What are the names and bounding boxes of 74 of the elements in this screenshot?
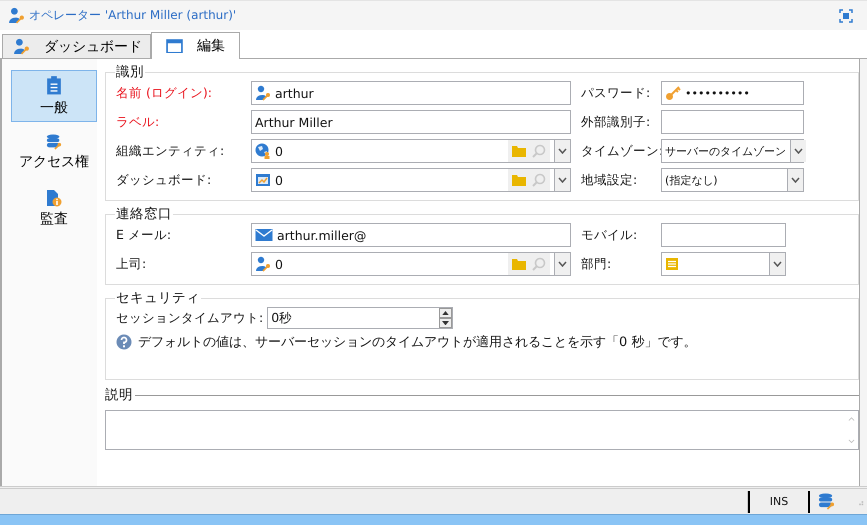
input-field[interactable] <box>661 110 804 134</box>
database-key-icon <box>46 134 62 150</box>
dropdown-button[interactable] <box>554 169 570 191</box>
dropdown-button[interactable] <box>554 253 570 275</box>
sidebar-item[interactable]: アクセス権 <box>11 126 97 178</box>
field-label: 外部識別子: <box>581 114 652 130</box>
envelope-icon <box>255 228 273 242</box>
section-title: 連絡窓口 <box>115 205 173 223</box>
section-title: 識別 <box>115 63 145 81</box>
dropdown-button[interactable] <box>769 253 785 275</box>
caret-icon <box>794 148 803 154</box>
caret-icon <box>558 148 567 154</box>
caret-icon <box>558 261 567 267</box>
lookup-field[interactable]: 0 <box>251 252 571 276</box>
dropdown-button[interactable] <box>554 140 570 162</box>
dropdown-button[interactable] <box>790 140 806 162</box>
scroll-down-icon <box>848 438 854 443</box>
sidebar-item[interactable]: 監査 <box>11 182 97 234</box>
list-icon <box>665 257 679 271</box>
user-key-icon <box>255 256 271 272</box>
field-label: 名前 (ログイン): <box>116 84 213 102</box>
up-arrow-icon[interactable] <box>442 310 450 316</box>
sidebar-item[interactable]: 一般 <box>11 70 97 122</box>
help-icon <box>116 334 132 350</box>
maximize-icon[interactable] <box>839 8 853 22</box>
field-label: 部門: <box>581 256 612 272</box>
lookup-field[interactable]: 0 <box>251 168 571 192</box>
tab[interactable]: 編集 <box>151 32 240 59</box>
field-label: モバイル: <box>581 226 638 244</box>
input-field[interactable]: arthur.miller@ <box>251 223 571 247</box>
clipboard-icon <box>46 75 62 96</box>
document-info-icon <box>46 188 62 206</box>
scroll-up-icon <box>848 417 854 422</box>
caret-icon <box>558 177 567 183</box>
search-icon[interactable] <box>532 257 546 271</box>
dashboard-icon <box>255 172 271 188</box>
caret-icon <box>791 177 800 183</box>
search-icon[interactable] <box>532 173 546 187</box>
spin-field[interactable]: 0秒 <box>267 307 454 329</box>
folder-icon[interactable] <box>512 145 526 157</box>
user-key-icon <box>8 7 25 24</box>
field-label: ラベル: <box>116 114 160 130</box>
dropdown[interactable]: サーバーのタイムゾーン <box>661 139 804 163</box>
folder-icon[interactable] <box>512 258 526 270</box>
window-title: オペレーター 'Arthur Miller (arthur)' <box>29 7 236 24</box>
field-label: セッションタイムアウト: <box>116 310 264 326</box>
section-title: セキュリティ <box>115 289 201 307</box>
field-label: E メール: <box>116 226 172 244</box>
window-icon <box>166 38 183 54</box>
field-label: ダッシュボード: <box>116 172 212 188</box>
input-field[interactable] <box>661 223 786 247</box>
dropdown-button[interactable] <box>787 169 803 191</box>
input-field[interactable]: arthur <box>251 81 571 105</box>
description-field[interactable] <box>105 410 859 450</box>
field-label: 組織エンティティ: <box>116 142 226 160</box>
input-field[interactable]: Arthur Miller <box>251 110 571 134</box>
lookup-field[interactable]: 0 <box>251 139 571 163</box>
globe-icon <box>255 143 271 159</box>
user-key-icon <box>255 85 271 101</box>
section-title: 説明 <box>105 386 133 404</box>
user-key-icon <box>13 38 30 55</box>
search-icon[interactable] <box>532 144 546 158</box>
tab[interactable]: ダッシュボード <box>2 34 151 58</box>
folder-icon[interactable] <box>512 174 526 186</box>
down-arrow-icon[interactable] <box>442 320 450 326</box>
field-label: 上司: <box>116 256 148 272</box>
caret-icon <box>773 261 782 267</box>
database-key-icon <box>818 493 835 510</box>
input-field[interactable]: •••••••••• <box>661 81 804 105</box>
dropdown[interactable]: (指定なし) <box>661 168 804 192</box>
field-label: パスワード: <box>581 84 652 102</box>
key-icon <box>665 85 681 101</box>
help-text: デフォルトの値は、サーバーセッションのタイムアウトが適用されることを示す「0 秒」です。 <box>138 334 696 351</box>
field-label: 地域設定: <box>581 172 638 188</box>
